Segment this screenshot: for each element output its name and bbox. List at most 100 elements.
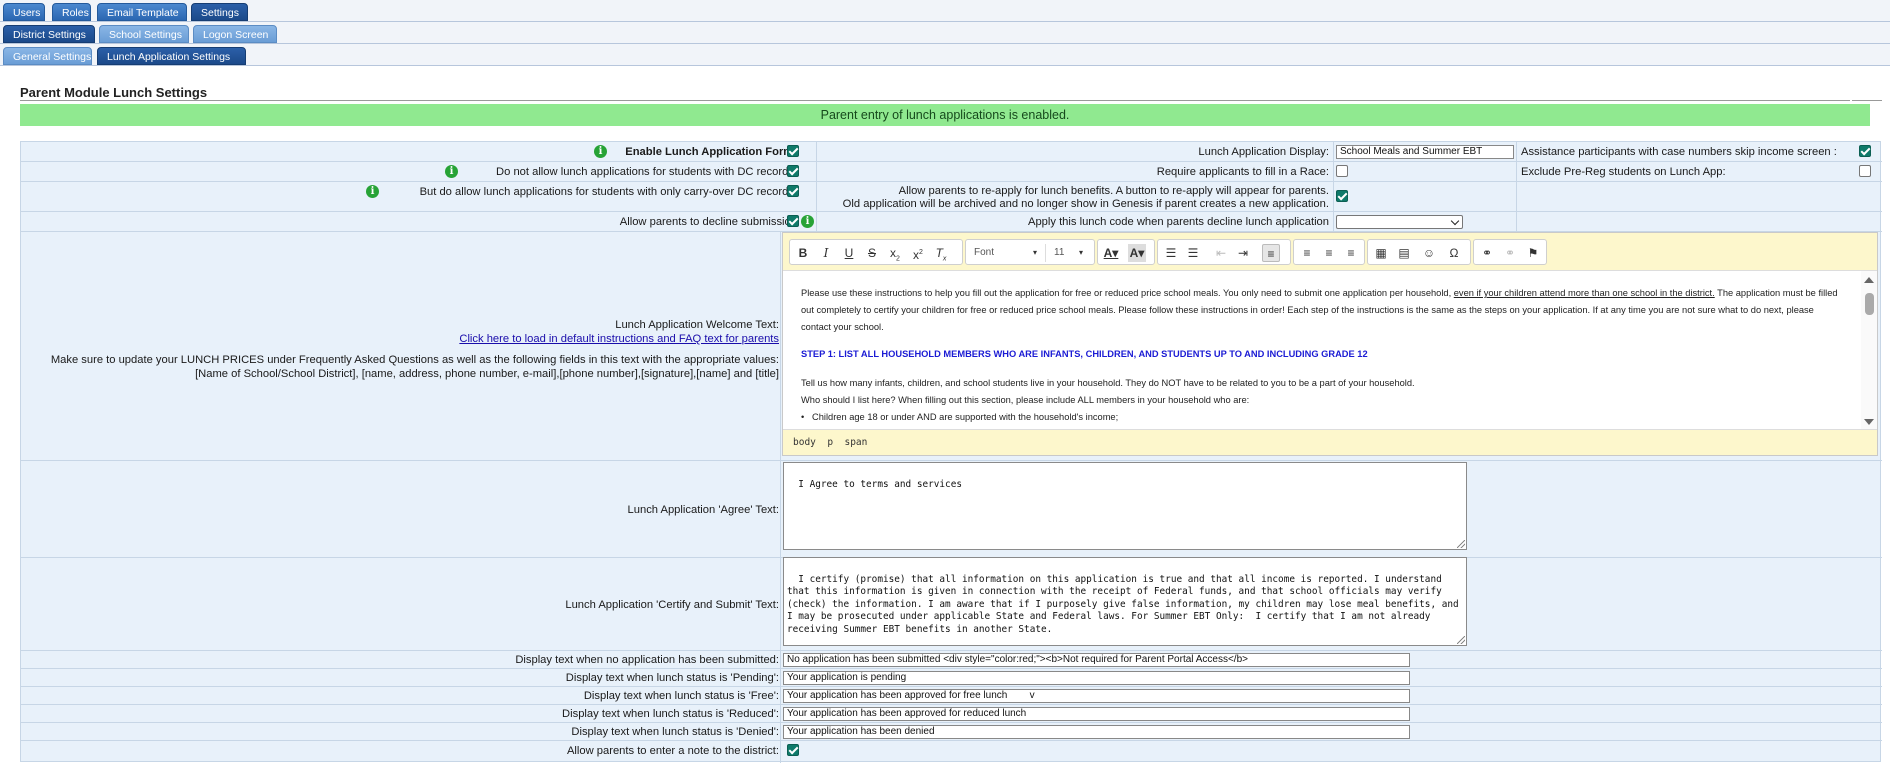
bulleted-list-icon[interactable]: ☰: [1184, 244, 1202, 262]
status-denied-input[interactable]: Your application has been denied: [783, 725, 1410, 739]
strikethrough-button[interactable]: S: [863, 244, 881, 262]
settings-tab-bar: District Settings School Settings Logon …: [0, 22, 1890, 44]
decline-code-select[interactable]: [1336, 215, 1463, 229]
align-left-icon[interactable]: ≡: [1262, 244, 1280, 262]
load-default-text-link[interactable]: Click here to load in default instructio…: [459, 333, 779, 345]
note-to-district-checkbox[interactable]: [787, 744, 799, 756]
district-tab-bar: General Settings Lunch Application Setti…: [0, 44, 1890, 66]
info-icon[interactable]: i: [366, 185, 379, 198]
display-label: Lunch Application Display:: [1198, 146, 1329, 158]
reapply-label-line1: Allow parents to re-apply for lunch bene…: [898, 185, 1329, 197]
unlink-icon[interactable]: ⚭: [1501, 244, 1519, 262]
agree-text: I Agree to terms and services: [798, 478, 962, 490]
status-free-input[interactable]: Your application has been approved for f…: [783, 689, 1410, 703]
decline-checkbox[interactable]: [787, 215, 799, 227]
tab-lunch-application-settings[interactable]: Lunch Application Settings: [97, 47, 246, 65]
chevron-down-icon: ▾: [1032, 248, 1037, 257]
status-none-label: Display text when no application has bee…: [515, 654, 779, 666]
editor-content[interactable]: Please use these instructions to help yo…: [783, 271, 1863, 431]
race-checkbox[interactable]: [1336, 165, 1348, 177]
outdent-icon[interactable]: ⇤: [1212, 244, 1230, 262]
status-reduced-input[interactable]: Your application has been approved for r…: [783, 707, 1410, 721]
status-pending-input[interactable]: Your application is pending: [783, 671, 1410, 685]
enable-form-checkbox[interactable]: [787, 145, 799, 157]
editor-toolbar: B I U S x2 x2 Tx Font ▾ 11 ▾ A▾ A▾ ☰ ☰ ⇤…: [783, 233, 1877, 271]
col-divider-3: [1516, 142, 1517, 232]
tab-users[interactable]: Users: [3, 3, 45, 21]
resize-handle[interactable]: [1457, 636, 1465, 644]
status-none-input[interactable]: No application has been submitted <div s…: [783, 653, 1410, 667]
info-icon[interactable]: i: [594, 145, 607, 158]
decline-code-label: Apply this lunch code when parents decli…: [1027, 216, 1329, 228]
top-tab-bar: Users Roles Email Template Settings: [0, 0, 1890, 22]
certify-textarea[interactable]: I certify (promise) that all information…: [783, 557, 1467, 646]
chevron-down-icon: ▾: [1078, 248, 1083, 257]
tab-school-settings[interactable]: School Settings: [99, 25, 189, 43]
status-denied-label: Display text when lunch status is 'Denie…: [571, 726, 779, 738]
exclude-prereg-checkbox[interactable]: [1859, 165, 1871, 177]
text-color-button[interactable]: A▾: [1102, 244, 1120, 262]
tab-roles[interactable]: Roles: [52, 3, 91, 21]
agree-label: Lunch Application 'Agree' Text:: [627, 504, 779, 516]
resize-handle[interactable]: [1457, 540, 1465, 548]
scroll-up-icon[interactable]: [1864, 277, 1874, 283]
note-to-district-label: Allow parents to enter a note to the dis…: [566, 745, 779, 757]
welcome-label: Lunch Application Welcome Text:: [615, 319, 779, 331]
tab-logon-screen[interactable]: Logon Screen: [193, 25, 277, 43]
font-group: Font ▾ 11 ▾: [965, 239, 1095, 265]
align-center-icon[interactable]: ≡: [1298, 244, 1316, 262]
remove-format-button[interactable]: Tx: [932, 244, 950, 262]
special-char-icon[interactable]: Ω: [1445, 244, 1463, 262]
color-group: A▾ A▾: [1097, 239, 1155, 265]
assistance-checkbox[interactable]: [1859, 145, 1871, 157]
no-dc-checkbox[interactable]: [787, 165, 799, 177]
status-free-label: Display text when lunch status is 'Free'…: [583, 690, 779, 702]
indent-icon[interactable]: ⇥: [1234, 244, 1252, 262]
subscript-button[interactable]: x2: [886, 244, 904, 262]
italic-button[interactable]: I: [817, 244, 835, 262]
carry-over-dc-checkbox[interactable]: [787, 185, 799, 197]
title-divider: [20, 100, 1850, 101]
decline-label: Allow parents to decline submission: [619, 216, 797, 228]
tab-general-settings[interactable]: General Settings: [3, 47, 92, 65]
carry-over-dc-label: But do allow lunch applications for stud…: [419, 186, 797, 198]
exclude-prereg-label: Exclude Pre-Reg students on Lunch App:: [1521, 166, 1726, 178]
horizontal-line-icon[interactable]: ▤: [1395, 244, 1413, 262]
display-input[interactable]: School Meals and Summer EBT: [1336, 145, 1514, 159]
align-group: ≡ ≡ ≡: [1293, 239, 1365, 265]
insert-group: ▦ ▤ ☺ Ω: [1367, 239, 1471, 265]
scroll-down-icon[interactable]: [1864, 419, 1874, 425]
underline-button[interactable]: U: [840, 244, 858, 262]
info-icon[interactable]: i: [801, 215, 814, 228]
editor-paragraph-2: Tell us how many infants, children, and …: [801, 378, 1415, 388]
background-color-button[interactable]: A▾: [1128, 244, 1146, 262]
enable-form-label: Enable Lunch Application Form:: [625, 146, 797, 158]
editor-bullet-1: • Children age 18 or under AND are suppo…: [801, 412, 1119, 422]
align-right-icon[interactable]: ≡: [1320, 244, 1338, 262]
list-group: ☰ ☰ ⇤ ⇥ ≡: [1157, 239, 1291, 265]
link-icon[interactable]: ⚭: [1478, 244, 1496, 262]
certify-text: I certify (promise) that all information…: [787, 573, 1465, 635]
editor-step-heading: STEP 1: LIST ALL HOUSEHOLD MEMBERS WHO A…: [801, 349, 1368, 359]
anchor-flag-icon[interactable]: ⚑: [1524, 244, 1542, 262]
tab-email-template[interactable]: Email Template: [97, 3, 187, 21]
superscript-button[interactable]: x2: [909, 244, 927, 262]
align-justify-icon[interactable]: ≡: [1342, 244, 1360, 262]
editor-scrollbar[interactable]: [1861, 271, 1877, 431]
status-banner: Parent entry of lunch applications is en…: [20, 104, 1870, 126]
table-icon[interactable]: ▦: [1372, 244, 1390, 262]
tab-settings[interactable]: Settings: [191, 3, 248, 21]
numbered-list-icon[interactable]: ☰: [1162, 244, 1180, 262]
agree-textarea[interactable]: I Agree to terms and services: [783, 462, 1467, 550]
smiley-icon[interactable]: ☺: [1420, 244, 1438, 262]
bold-button[interactable]: B: [794, 244, 812, 262]
tab-district-settings[interactable]: District Settings: [3, 25, 95, 43]
scroll-thumb[interactable]: [1865, 293, 1874, 315]
certify-label: Lunch Application 'Certify and Submit' T…: [565, 599, 779, 611]
welcome-text-editor[interactable]: B I U S x2 x2 Tx Font ▾ 11 ▾ A▾ A▾ ☰ ☰ ⇤…: [782, 232, 1878, 456]
row-4: [21, 212, 1882, 232]
editor-paragraph-1: Please use these instructions to help yo…: [801, 288, 1838, 332]
info-icon[interactable]: i: [445, 165, 458, 178]
reapply-checkbox[interactable]: [1336, 190, 1348, 202]
panel-title: Parent Module Lunch Settings: [20, 85, 208, 100]
